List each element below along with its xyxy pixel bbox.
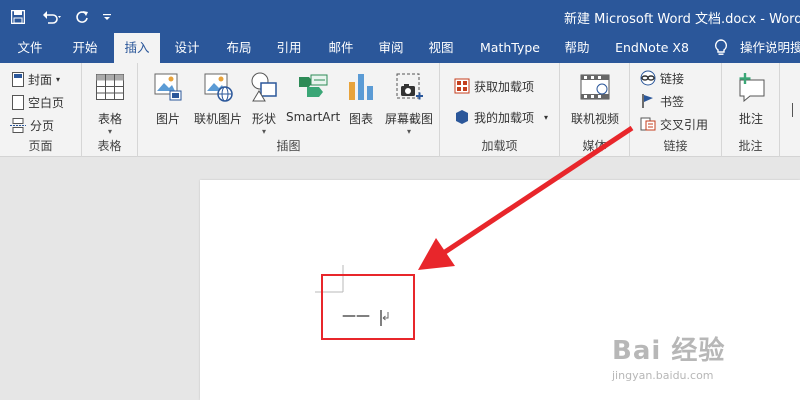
watermark-logo: Bai 经验 [612,336,726,366]
watermark-url: jingyan.baidu.com [612,369,714,382]
annotation-arrow [418,125,634,270]
baidu-watermark: Bai 经验 jingyan.baidu.com [612,330,725,382]
annotation-highlight-box [321,274,415,340]
